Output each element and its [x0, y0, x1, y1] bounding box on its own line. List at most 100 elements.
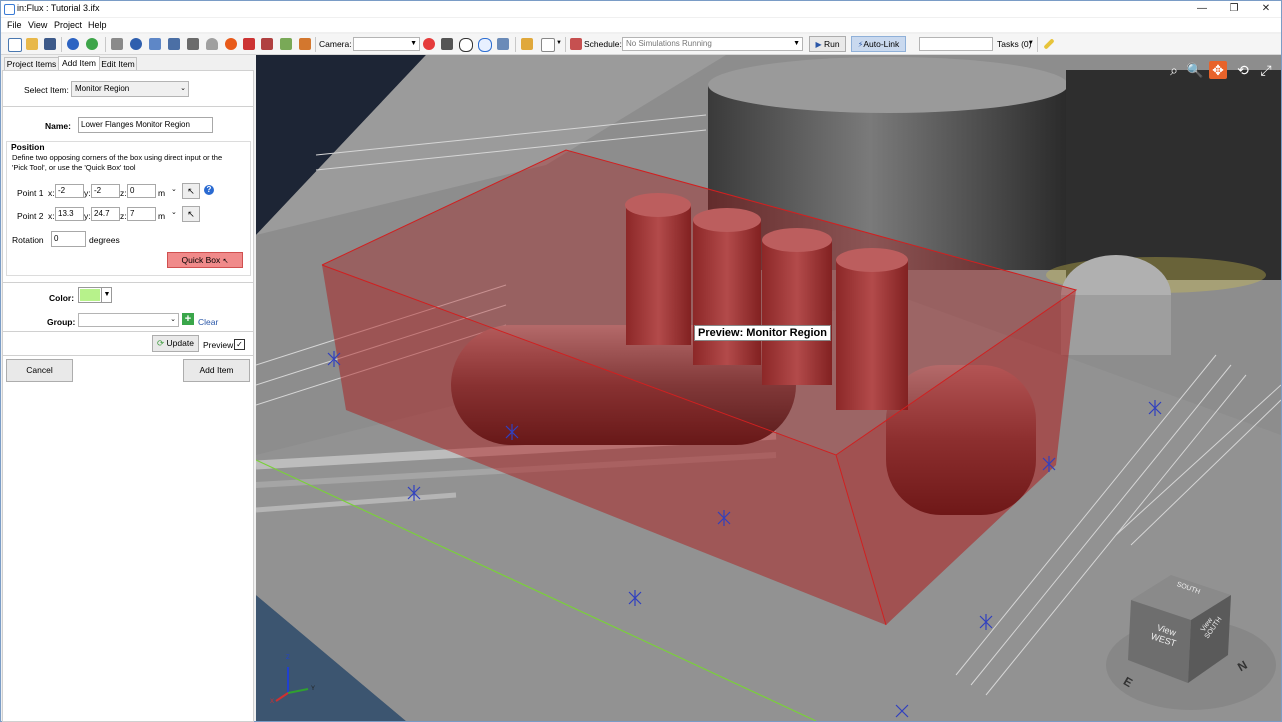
minimize-button[interactable]: — [1187, 1, 1217, 17]
clear-link[interactable]: Clear [198, 317, 218, 327]
tab-project-items[interactable]: Project Items [4, 57, 59, 71]
center-view-icon[interactable] [478, 38, 492, 52]
refresh-icon: ⟳ [157, 338, 165, 348]
point1-z-input[interactable]: 0 [127, 184, 156, 198]
color-swatch [80, 289, 100, 301]
chevron-down-icon: ▼ [101, 288, 112, 302]
menu-bar: File View Project Help [1, 18, 1281, 32]
menu-file[interactable]: File [7, 20, 22, 30]
save-icon[interactable] [44, 38, 56, 50]
pointer-icon: ↖ [187, 186, 195, 196]
camera-label: Camera: [319, 39, 352, 49]
pick-tool-button-2[interactable]: ↖ [182, 206, 200, 222]
color-picker[interactable]: ▼ [78, 287, 112, 303]
tab-add-item[interactable]: Add Item [58, 56, 100, 71]
box-tool-icon[interactable] [168, 38, 180, 50]
preview-checkbox[interactable]: ✓ [234, 339, 245, 350]
point2-x-input[interactable]: 13.3 [55, 207, 84, 221]
cloud-icon[interactable] [206, 38, 218, 50]
close-button[interactable]: ✕ [1251, 1, 1281, 17]
auto-link-button[interactable]: ⚡Auto-Link [851, 36, 906, 52]
pick-tool-button-1[interactable]: ↖ [182, 183, 200, 199]
update-button[interactable]: ⟳ Update [152, 335, 199, 352]
divider [3, 106, 253, 107]
pointer-dropdown-icon[interactable]: ▼ [556, 40, 562, 46]
rotation-unit: degrees [89, 235, 120, 245]
fullscreen-icon[interactable]: ⤢ [1257, 61, 1275, 79]
position-description: Define two opposing corners of the box u… [12, 153, 223, 172]
x-label: x: [48, 188, 55, 198]
name-input[interactable]: Lower Flanges Monitor Region [78, 117, 213, 133]
grid-icon[interactable] [187, 38, 199, 50]
layers-icon[interactable] [111, 38, 123, 50]
unit-label: m [158, 188, 166, 198]
delete-camera-icon[interactable] [423, 38, 435, 50]
menu-view[interactable]: View [28, 20, 47, 30]
menu-project[interactable]: Project [54, 20, 82, 30]
add-item-button[interactable]: Add Item [183, 359, 250, 382]
schedule-icon [570, 38, 582, 50]
point2-z-input[interactable]: 7 [127, 207, 156, 221]
cancel-button[interactable]: Cancel [6, 359, 73, 382]
tasks-dropdown[interactable]: Tasks (0) [997, 39, 1031, 49]
open-folder-icon[interactable] [26, 38, 38, 50]
point1-x-input[interactable]: -2 [55, 184, 84, 198]
chevron-down-icon[interactable]: ⌄ [171, 208, 177, 216]
target-icon[interactable] [130, 38, 142, 50]
axis-x-label: X [270, 699, 275, 705]
3d-viewport[interactable]: Preview: Monitor Region SOUTH View WEST … [256, 55, 1281, 721]
info-icon[interactable] [67, 38, 79, 50]
axis-z-label: Z [286, 655, 290, 661]
rotation-input[interactable]: 0 [51, 231, 86, 247]
chevron-down-icon: ⌄ [170, 316, 176, 323]
tab-edit-item[interactable]: Edit Item [99, 57, 137, 71]
point2-y-input[interactable]: 24.7 [91, 207, 120, 221]
pencil-icon[interactable] [1043, 38, 1055, 50]
line-tool-icon[interactable] [149, 38, 161, 50]
schedule-select[interactable]: No Simulations Running ▼ [622, 37, 803, 51]
rotate-icon[interactable]: ⟲ [1234, 61, 1252, 79]
add-group-icon[interactable]: + [182, 313, 194, 325]
car-icon[interactable] [243, 38, 255, 50]
zoom-extents-icon[interactable]: ⌕ [1165, 61, 1183, 79]
group-select[interactable]: ⌄ [78, 313, 179, 327]
monitor-icon[interactable] [261, 38, 273, 50]
run-button[interactable]: ▶ Run [809, 36, 846, 52]
point1-y-input[interactable]: -2 [91, 184, 120, 198]
pan-icon[interactable]: ✥ [1209, 61, 1227, 79]
scene-canvas[interactable] [256, 55, 1281, 721]
list-view-icon[interactable] [497, 38, 509, 50]
chart-icon[interactable] [280, 38, 292, 50]
unit-label: m [158, 211, 166, 221]
preview-tooltip: Preview: Monitor Region [694, 325, 831, 341]
orbit-icon[interactable] [459, 38, 473, 52]
axis-y-label: Y [311, 686, 316, 692]
report-icon[interactable] [299, 38, 311, 50]
preview-label: Preview [203, 340, 234, 350]
chevron-down-icon[interactable]: ⌄ [171, 185, 177, 193]
zoom-icon[interactable]: 🔍 [1186, 61, 1204, 79]
help-icon[interactable]: ? [204, 185, 214, 195]
schedule-label: Schedule: [584, 39, 622, 49]
pointer-icon: ↖ [187, 209, 195, 219]
cursor-icon: ↖ [222, 258, 229, 265]
y-label: y: [84, 188, 91, 198]
fire-icon[interactable] [225, 38, 237, 50]
camera-select[interactable]: ▼ [353, 37, 420, 51]
chevron-down-icon: ▼ [410, 40, 417, 47]
add-item-form: Select Item: Monitor Region ⌄ Name: Lower… [2, 70, 254, 722]
folder-tree-icon[interactable] [521, 38, 533, 50]
chevron-down-icon[interactable]: ▼ [1028, 40, 1034, 46]
menu-help[interactable]: Help [88, 20, 107, 30]
maximize-button[interactable]: ❐ [1219, 1, 1249, 17]
quick-box-button[interactable]: Quick Box ↖ [167, 252, 243, 268]
select-item-dropdown[interactable]: Monitor Region ⌄ [71, 81, 189, 97]
divider [3, 282, 253, 283]
add-green-icon[interactable] [86, 38, 98, 50]
camera-icon[interactable] [441, 38, 453, 50]
pointer-icon[interactable] [541, 38, 555, 52]
color-label: Color: [49, 293, 75, 303]
progress-bar [919, 37, 993, 51]
new-project-icon[interactable] [8, 38, 22, 52]
chevron-down-icon: ▼ [793, 40, 800, 47]
